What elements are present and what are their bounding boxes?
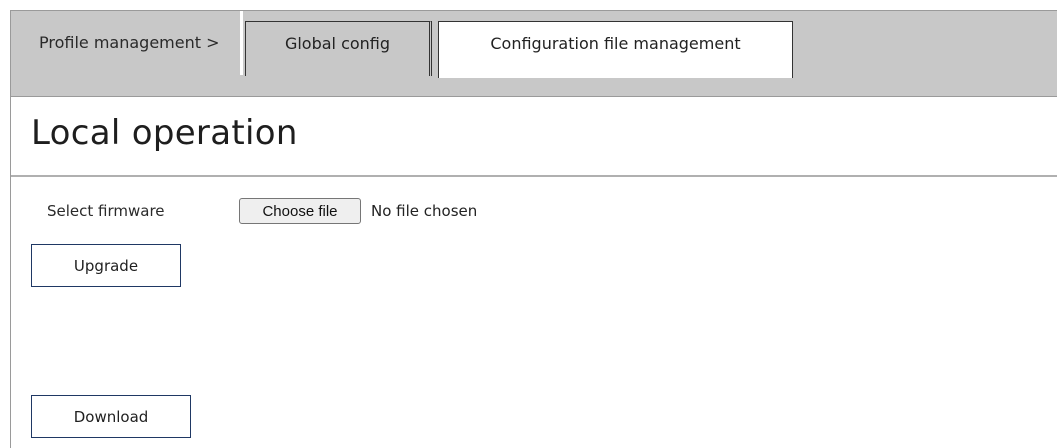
tab-global-config[interactable]: Global config (245, 21, 432, 76)
tab-bar: Profile management > Global config Confi… (11, 10, 1057, 97)
download-button[interactable]: Download (31, 395, 191, 438)
upgrade-button[interactable]: Upgrade (31, 244, 181, 287)
tab-configuration-file-management[interactable]: Configuration file management (438, 21, 793, 78)
select-firmware-label: Select firmware (47, 202, 165, 220)
file-status-text: No file chosen (371, 202, 478, 220)
page-frame: Profile management > Global config Confi… (10, 10, 1057, 448)
page-title: Local operation (31, 113, 298, 153)
choose-file-button[interactable]: Choose file (239, 198, 361, 224)
section-divider (11, 175, 1057, 177)
breadcrumb[interactable]: Profile management > (11, 11, 243, 75)
